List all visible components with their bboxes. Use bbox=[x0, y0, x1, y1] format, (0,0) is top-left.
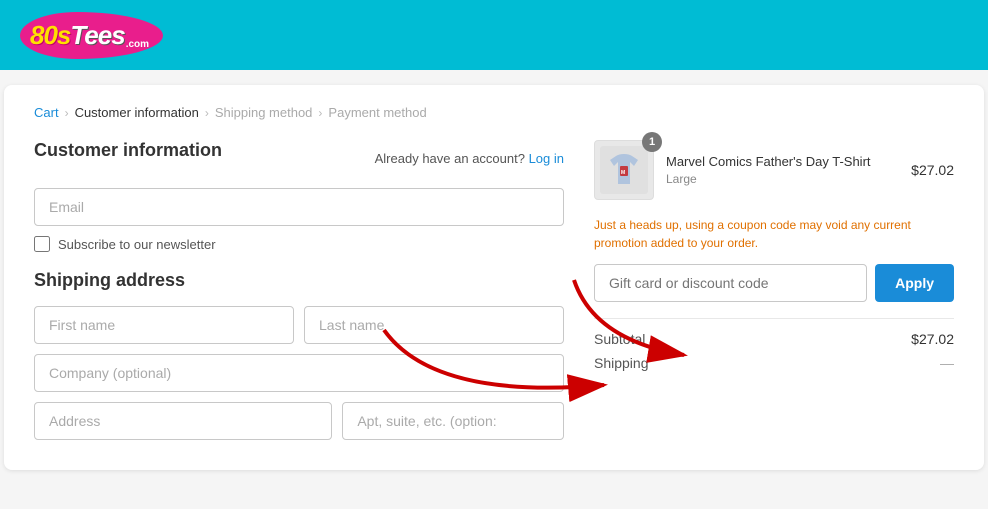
logo-container: 80sTees.com bbox=[20, 12, 163, 59]
header: 80sTees.com bbox=[0, 0, 988, 70]
product-name: Marvel Comics Father's Day T-Shirt bbox=[666, 154, 899, 171]
customer-info-header: Customer information Already have an acc… bbox=[34, 140, 564, 176]
already-account-label: Already have an account? bbox=[375, 151, 525, 166]
apply-button[interactable]: Apply bbox=[875, 264, 954, 302]
newsletter-row: Subscribe to our newsletter bbox=[34, 236, 564, 252]
subtotal-row: Subtotal $27.02 bbox=[594, 331, 954, 347]
coupon-row: Apply bbox=[594, 264, 954, 302]
breadcrumb-payment: Payment method bbox=[328, 105, 426, 120]
address-field[interactable] bbox=[34, 402, 332, 440]
shipping-value: — bbox=[940, 355, 954, 371]
shipping-label: Shipping bbox=[594, 355, 649, 371]
logo-80s-text: 80s bbox=[30, 20, 70, 50]
coupon-warning-text: Just a heads up, using a coupon code may… bbox=[594, 216, 954, 252]
subtotal-label: Subtotal bbox=[594, 331, 645, 347]
customer-info-title: Customer information bbox=[34, 140, 222, 161]
breadcrumb-shipping: Shipping method bbox=[215, 105, 313, 120]
newsletter-checkbox[interactable] bbox=[34, 236, 50, 252]
company-field[interactable] bbox=[34, 354, 564, 392]
quantity-badge: 1 bbox=[642, 132, 662, 152]
totals-divider bbox=[594, 318, 954, 319]
breadcrumb-sep-2: › bbox=[205, 106, 209, 120]
logo-badge: 80sTees.com bbox=[20, 12, 163, 59]
product-variant: Large bbox=[666, 172, 899, 186]
apt-field[interactable] bbox=[342, 402, 564, 440]
already-account-text: Already have an account? Log in bbox=[375, 151, 564, 166]
newsletter-label[interactable]: Subscribe to our newsletter bbox=[58, 237, 216, 252]
shipping-row: Shipping — bbox=[594, 355, 954, 371]
content-layout: Customer information Already have an acc… bbox=[34, 140, 954, 450]
product-tshirt-icon: M bbox=[600, 146, 648, 194]
coupon-input[interactable] bbox=[594, 264, 867, 302]
breadcrumb-cart[interactable]: Cart bbox=[34, 105, 59, 120]
subtotal-value: $27.02 bbox=[911, 331, 954, 347]
right-column: M 1 Marvel Comics Father's Day T-Shirt L… bbox=[594, 140, 954, 450]
name-fields-row bbox=[34, 306, 564, 354]
product-row: M 1 Marvel Comics Father's Day T-Shirt L… bbox=[594, 140, 954, 200]
address-fields-row bbox=[34, 402, 564, 450]
last-name-field[interactable] bbox=[304, 306, 564, 344]
email-field[interactable] bbox=[34, 188, 564, 226]
logo-com-text: .com bbox=[126, 39, 149, 50]
login-link[interactable]: Log in bbox=[529, 151, 564, 166]
product-info: Marvel Comics Father's Day T-Shirt Large bbox=[666, 154, 899, 187]
breadcrumb: Cart › Customer information › Shipping m… bbox=[34, 105, 954, 120]
product-image-wrap: M 1 bbox=[594, 140, 654, 200]
breadcrumb-customer-info: Customer information bbox=[75, 105, 199, 120]
svg-text:M: M bbox=[621, 170, 625, 176]
breadcrumb-sep-1: › bbox=[65, 106, 69, 120]
shipping-address-title: Shipping address bbox=[34, 270, 564, 291]
logo-tees-text: Tees bbox=[70, 20, 124, 50]
breadcrumb-sep-3: › bbox=[318, 106, 322, 120]
main-content: Cart › Customer information › Shipping m… bbox=[4, 85, 984, 470]
left-column: Customer information Already have an acc… bbox=[34, 140, 564, 450]
first-name-field[interactable] bbox=[34, 306, 294, 344]
product-price: $27.02 bbox=[911, 162, 954, 178]
